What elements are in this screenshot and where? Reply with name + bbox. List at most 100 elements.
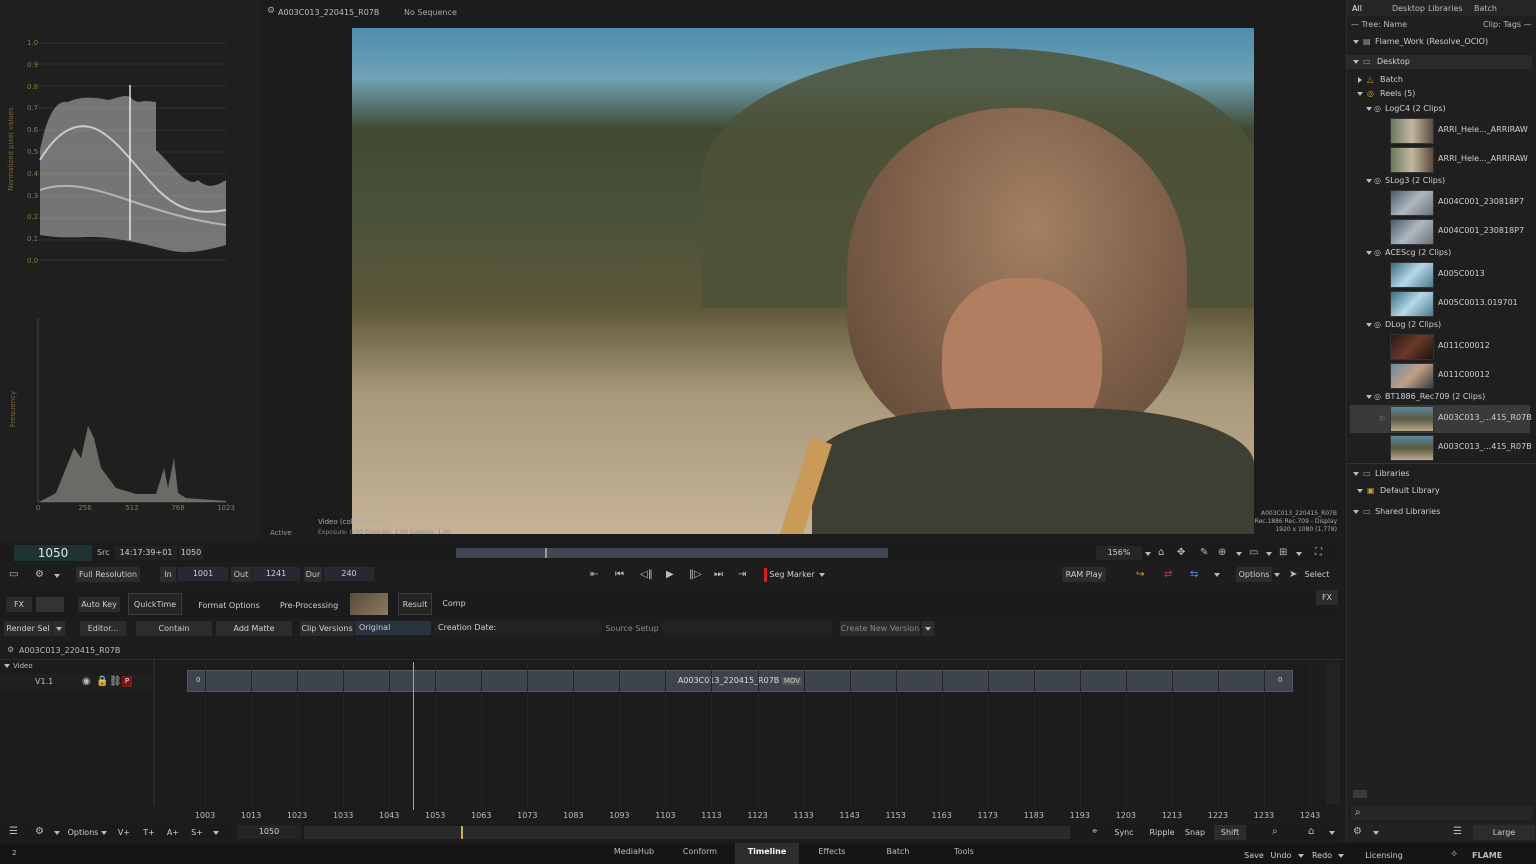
dur-field[interactable]: 240 (324, 567, 374, 581)
home-icon[interactable]: ⌂ (1158, 548, 1164, 558)
default-library-row[interactable]: ▣ Default Library (1347, 484, 1532, 498)
browser-tab-desktop[interactable]: Desktop (1392, 4, 1425, 13)
fx-button[interactable]: FX (6, 597, 32, 612)
create-new-version-dropdown[interactable] (922, 621, 934, 636)
nav-tab-conform[interactable]: Conform (683, 847, 717, 856)
timeline-layout-icon[interactable]: ☰ (9, 827, 18, 837)
focus-icon[interactable]: ⌖ (1092, 827, 1098, 837)
timeline-scroll-strip[interactable] (1326, 662, 1340, 804)
monitor-icon[interactable]: ▭ (9, 570, 18, 580)
timeline-settings-dropdown-icon[interactable] (54, 831, 60, 835)
source-setup-field[interactable] (662, 621, 832, 635)
browser-search[interactable]: ⌕ (1351, 806, 1533, 820)
options-button[interactable]: Options (1236, 567, 1272, 582)
clip-item[interactable]: A004C001_230818P7 (1350, 189, 1530, 217)
scrub-bar[interactable] (456, 548, 888, 558)
reel-group-row[interactable]: ◎ ACEScg (2 Clips) (1346, 246, 1531, 260)
render-sel-dropdown[interactable] (53, 621, 65, 636)
contain-button[interactable]: Contain (136, 621, 212, 636)
browser-scroll[interactable] (1353, 790, 1367, 798)
browser-tab-batch[interactable]: Batch (1474, 4, 1497, 13)
insert-icon[interactable]: ↪ (1136, 570, 1144, 580)
add-audio-track-button[interactable]: A+ (165, 825, 181, 840)
lock-icon[interactable]: 🔒 (96, 677, 108, 687)
thumbnail-size-button[interactable]: Large (1473, 825, 1535, 840)
prev-segment-icon[interactable]: ⏮ (615, 570, 624, 580)
timeline-scroll-bar[interactable] (304, 826, 1070, 839)
track-add-dropdown-icon[interactable] (213, 831, 219, 835)
add-matte-button[interactable]: Add Matte (216, 621, 292, 636)
create-new-version-button[interactable]: Create New Version (840, 621, 920, 636)
shift-button[interactable]: Shift (1214, 825, 1246, 840)
nav-tab-effects[interactable]: Effects (818, 847, 845, 856)
undo-dropdown-icon[interactable] (1298, 854, 1304, 858)
clip-thumbnail[interactable] (350, 593, 388, 615)
clip-item[interactable]: A011C00012 (1350, 362, 1530, 390)
move-icon[interactable]: ✥ (1177, 548, 1185, 558)
eyedropper-icon[interactable]: ✎ (1200, 548, 1208, 558)
gear-icon[interactable]: ⚙ (267, 6, 275, 16)
timeline-scroll-head[interactable] (461, 826, 464, 839)
reels-row[interactable]: ◎ Reels (5) (1347, 87, 1532, 101)
track-primary-badge[interactable]: P (122, 676, 132, 687)
src-frame-field[interactable]: 1050 (179, 546, 203, 560)
undo-button[interactable]: Undo (1270, 848, 1292, 863)
clip-item[interactable]: ARRI_Hele..._ARRIRAW (1350, 117, 1530, 145)
add-video-track-button[interactable]: V+ (116, 825, 132, 840)
nav-tab-tools[interactable]: Tools (954, 847, 974, 856)
overlay-dropdown-icon[interactable] (1296, 552, 1302, 556)
snap-button[interactable]: Snap (1182, 825, 1208, 840)
sync-button[interactable]: Sync (1110, 825, 1138, 840)
project-row[interactable]: ▤ Flame_Work (Resolve_OCIO) (1347, 35, 1532, 49)
video-expand-icon[interactable] (4, 664, 10, 668)
clip-item[interactable]: A005C0013.019701 (1350, 290, 1530, 318)
timeline-options-button[interactable]: Options (66, 825, 100, 840)
scrub-head[interactable] (544, 548, 547, 558)
licensing-button[interactable]: Licensing (1364, 848, 1404, 863)
render-sel-button[interactable]: Render Sel (4, 621, 52, 636)
replace-icon[interactable]: ⇆ (1190, 570, 1198, 580)
reel-group-row[interactable]: ◎ BT1886_Rec709 (2 Clips) (1346, 390, 1531, 404)
timecode-field[interactable]: 14:17:39+01 (115, 546, 177, 560)
out-field[interactable]: 1241 (252, 567, 300, 581)
options-dropdown-icon[interactable] (1274, 573, 1280, 577)
desktop-row[interactable]: ▭ Desktop (1347, 55, 1532, 69)
ripple-button[interactable]: Ripple (1146, 825, 1178, 840)
clip-item[interactable]: A003C013_...415_R07B (1350, 434, 1532, 462)
edit-mode-dropdown-icon[interactable] (1214, 573, 1220, 577)
add-subtitle-track-button[interactable]: S+ (189, 825, 205, 840)
reel-group-row[interactable]: ◎ LogC4 (2 Clips) (1346, 102, 1531, 116)
overlay-icon[interactable]: ⊞ (1279, 548, 1287, 558)
overwrite-icon[interactable]: ⇄ (1164, 570, 1172, 580)
nav-tab-mediahub[interactable]: MediaHub (614, 847, 654, 856)
ram-play-button[interactable]: RAM Play (1062, 567, 1106, 582)
clip-item[interactable]: A011C00012 (1350, 333, 1530, 361)
redo-button[interactable]: Redo (1311, 848, 1333, 863)
crosshair-dropdown-icon[interactable] (1236, 552, 1242, 556)
tree-sort-label[interactable]: — Tree: Name (1351, 20, 1407, 29)
clip-sort-label[interactable]: Clip: Tags — (1483, 20, 1532, 29)
batch-row[interactable]: △ Batch (1347, 73, 1532, 87)
seg-marker-button[interactable]: Seg Marker (768, 567, 816, 582)
crosshair-icon[interactable]: ⊕ (1218, 548, 1226, 558)
eye-icon[interactable]: ◉ (82, 677, 91, 687)
in-field[interactable]: 1001 (178, 567, 228, 581)
clip-item[interactable]: A004C001_230818P7 (1350, 218, 1530, 246)
go-to-end-icon[interactable]: ⇥ (738, 570, 746, 580)
shared-libraries-row[interactable]: ▭ Shared Libraries (1347, 505, 1532, 519)
redo-dropdown-icon[interactable] (1338, 854, 1344, 858)
select-button[interactable]: Select (1302, 567, 1332, 582)
current-frame-field[interactable]: 1050 (14, 545, 92, 561)
browser-tab-all[interactable]: All (1352, 4, 1362, 13)
viewer-image[interactable] (352, 28, 1254, 534)
playhead-line[interactable] (413, 662, 414, 810)
clip-item[interactable]: A005C0013 (1350, 261, 1530, 289)
timeline-settings-icon[interactable]: ⚙ (35, 827, 44, 837)
clip-item[interactable]: ARRI_Hele..._ARRIRAW (1350, 146, 1530, 174)
seg-marker-dropdown-icon[interactable] (819, 573, 825, 577)
reel-group-row[interactable]: ◎ SLog3 (2 Clips) (1346, 174, 1531, 188)
fx-slot[interactable] (36, 597, 64, 612)
step-back-icon[interactable]: ◁‖ (640, 570, 653, 580)
format-options-tab[interactable]: Format Options (196, 598, 262, 613)
add-title-track-button[interactable]: T+ (141, 825, 157, 840)
